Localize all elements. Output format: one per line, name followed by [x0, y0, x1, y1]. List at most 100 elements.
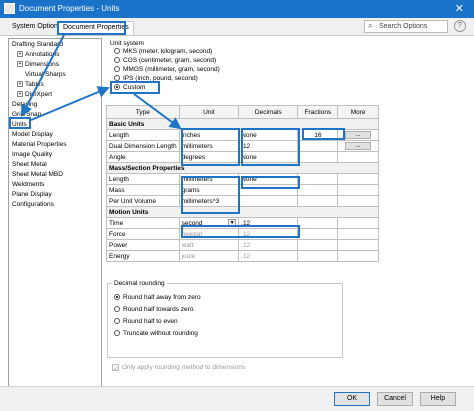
help-button[interactable]: Help — [420, 392, 456, 406]
radio-round-half-away[interactable]: Round half away from zero — [114, 294, 201, 301]
sidebar-item-weldments[interactable]: Weldments — [12, 181, 44, 188]
column-header-decimals: Decimals — [238, 105, 299, 119]
checkbox-label: Only apply rounding method to dimensions — [122, 364, 246, 372]
radio-mks[interactable]: MKS (meter, kilogram, second) — [114, 48, 212, 55]
radio-label: Round half away from zero — [123, 294, 201, 301]
cell-type: Force — [106, 228, 180, 240]
cell-more — [337, 239, 379, 251]
cell-fractions — [297, 195, 339, 207]
cell-fractions — [297, 184, 339, 196]
sidebar-item-dimensions[interactable]: + Dimensions — [17, 61, 59, 68]
cell-unit: joule — [178, 250, 240, 262]
tab-label: System Options — [12, 23, 62, 30]
radio-truncate[interactable]: Truncate without rounding — [114, 330, 198, 337]
radio-icon — [114, 66, 120, 73]
sidebar-item-image-quality[interactable]: Image Quality — [12, 151, 52, 158]
cell-more: ... — [337, 140, 379, 152]
expand-icon[interactable]: + — [17, 61, 23, 68]
highlight-time — [181, 225, 300, 238]
sidebar-item-dimxpert[interactable]: + DimXpert — [17, 91, 52, 98]
sidebar-item-model-display[interactable]: Model Display — [12, 131, 53, 138]
radio-cgs[interactable]: CGS (centimeter, gram, second) — [114, 57, 216, 64]
radio-icon — [114, 318, 120, 325]
more-button[interactable]: ... — [345, 131, 372, 139]
close-icon[interactable]: ✕ — [455, 2, 464, 15]
cell-fractions — [297, 217, 339, 229]
cell-fractions — [297, 239, 339, 251]
highlight-basic-decimals — [241, 128, 300, 166]
cell-type: Time — [106, 217, 180, 229]
sidebar-item-annotations[interactable]: + Annotations — [17, 51, 59, 58]
sidebar-tree: Drafting Standard + Annotations + Dimensio… — [8, 38, 102, 403]
sidebar-item-label: Material Properties — [12, 141, 67, 148]
cell-type: Energy — [106, 250, 180, 262]
expand-icon[interactable]: + — [17, 81, 23, 88]
window-title: Document Properties - Units — [19, 4, 120, 13]
radio-label: Truncate without rounding — [123, 330, 198, 337]
cell-decimals — [238, 195, 299, 207]
more-button[interactable]: ... — [345, 142, 372, 150]
sidebar-item-label: Configurations — [12, 201, 54, 208]
sidebar-item-tables[interactable]: + Tables — [17, 81, 44, 88]
sidebar-item-configurations[interactable]: Configurations — [12, 201, 54, 208]
column-header-more: More — [337, 105, 379, 119]
app-icon — [4, 3, 15, 14]
highlight-mass-units — [181, 176, 240, 214]
sidebar-item-sheet-metal[interactable]: Sheet Metal — [12, 161, 47, 168]
expand-icon[interactable]: + — [17, 51, 23, 58]
highlight-mass-decimals — [241, 176, 300, 189]
sidebar-item-sheet-metal-mbd[interactable]: Sheet Metal MBD — [12, 171, 63, 178]
search-icon: ⌕ — [368, 21, 373, 30]
sidebar-item-label: Virtual Sharps — [25, 71, 66, 78]
only-apply-rounding-checkbox[interactable]: ✓ Only apply rounding method to dimension… — [112, 364, 246, 373]
sidebar-item-virtual-sharps[interactable]: Virtual Sharps — [25, 71, 66, 78]
cell-more — [337, 184, 379, 196]
radio-label: Round half to even — [123, 318, 178, 325]
radio-label: MMGS (millimeter, gram, second) — [123, 66, 220, 73]
column-header-unit: Unit — [178, 105, 240, 119]
cell-fractions — [297, 228, 339, 240]
sidebar-item-label: Dimensions — [25, 61, 59, 68]
cell-type: Power — [106, 239, 180, 251]
radio-icon — [114, 330, 120, 337]
cell-decimals: .12 — [238, 239, 299, 251]
cell-fractions — [297, 140, 339, 152]
cell-fractions — [297, 250, 339, 262]
cell-type: Length — [106, 173, 180, 185]
highlight-document-properties — [57, 21, 126, 35]
sidebar-item-label: Drafting Standard — [12, 41, 63, 48]
radio-label: CGS (centimeter, gram, second) — [123, 57, 217, 64]
title-bar: Document Properties - Units ✕ — [0, 0, 474, 18]
cell-fractions — [297, 151, 339, 163]
sidebar-item-label: Sheet Metal MBD — [12, 171, 63, 178]
sidebar-item-plane-display[interactable]: Plane Display — [12, 191, 52, 198]
search-input[interactable]: ⌕ Search Options — [364, 20, 448, 33]
checkbox-icon: ✓ — [112, 364, 119, 373]
radio-round-half-even[interactable]: Round half to even — [114, 318, 178, 325]
cell-fractions — [297, 173, 339, 185]
decimal-rounding-label: Decimal rounding — [112, 280, 167, 287]
radio-round-half-towards[interactable]: Round half towards zero — [114, 306, 193, 313]
column-header-fractions: Fractions — [297, 105, 339, 119]
expand-icon[interactable]: + — [17, 91, 23, 98]
ok-button[interactable]: OK — [334, 392, 370, 406]
radio-mmgs[interactable]: MMGS (millimeter, gram, second) — [114, 66, 220, 73]
sidebar-item-label: Tables — [25, 81, 44, 88]
cell-decimals: .12 — [238, 250, 299, 262]
sidebar-item-detailing[interactable]: Detailing — [12, 101, 37, 108]
section-title: Motion Units — [106, 206, 379, 218]
cancel-button[interactable]: Cancel — [377, 392, 413, 406]
cell-more — [337, 228, 379, 240]
cell-unit: watt — [178, 239, 240, 251]
highlight-custom — [110, 81, 160, 94]
radio-icon — [114, 57, 120, 64]
help-icon[interactable]: ? — [454, 20, 466, 32]
sidebar-item-label: Model Display — [12, 131, 53, 138]
sidebar-item-label: Weldments — [12, 181, 45, 188]
radio-icon — [114, 294, 120, 301]
unit-system-label: Unit system — [110, 40, 144, 47]
radio-label: MKS (meter, kilogram, second) — [123, 48, 213, 55]
sidebar-item-material-properties[interactable]: Material Properties — [12, 141, 67, 148]
sidebar-item-drafting-standard[interactable]: Drafting Standard — [12, 41, 63, 48]
sidebar-item-label: Annotations — [25, 51, 60, 58]
